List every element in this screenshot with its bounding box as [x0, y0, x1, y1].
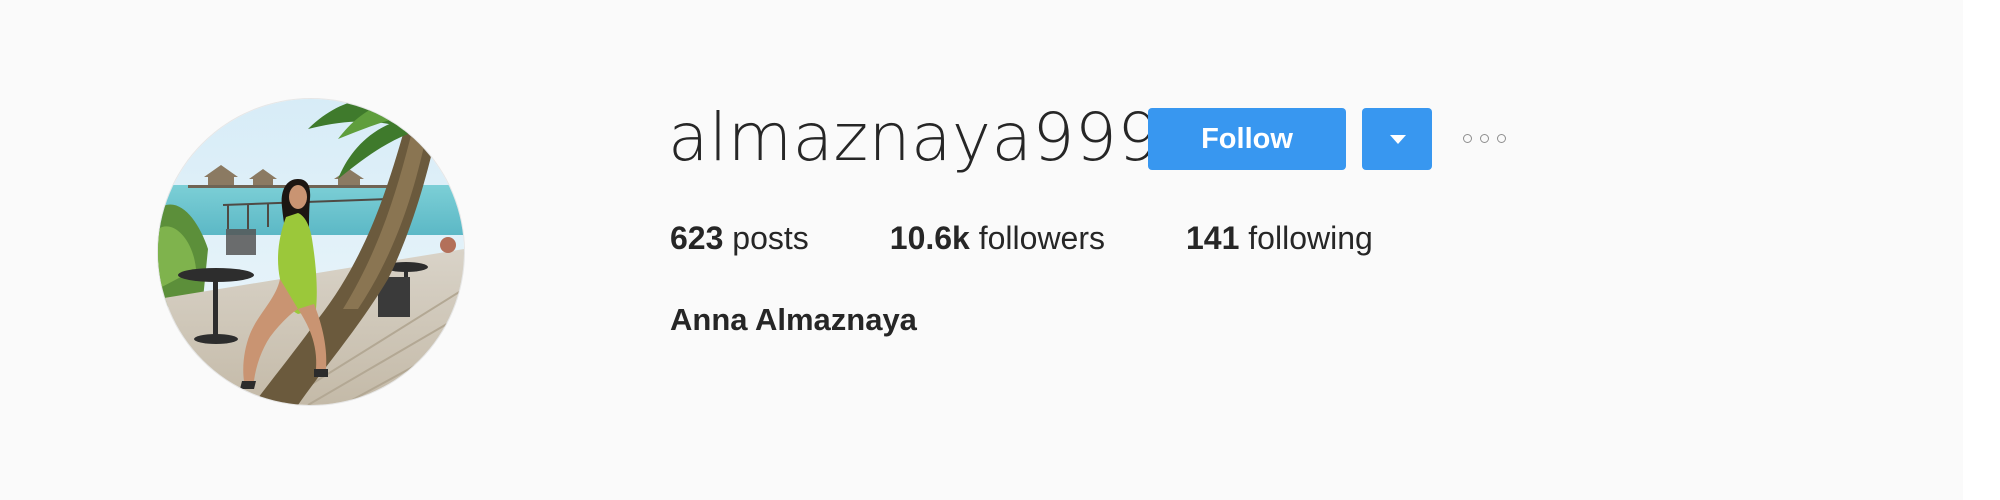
page-edge [1963, 0, 2000, 500]
caret-down-icon [1390, 135, 1406, 144]
followers-stat[interactable]: 10.6k followers [890, 216, 1105, 260]
profile-photo-image [158, 99, 464, 405]
following-count: 141 [1186, 220, 1240, 256]
followers-count: 10.6k [889, 220, 970, 256]
posts-count: 623 [670, 220, 724, 256]
followers-label: followers [978, 220, 1105, 256]
profile-username: almaznaya999 [668, 99, 1160, 176]
follow-button[interactable]: Follow [1148, 108, 1346, 170]
posts-label: posts [732, 220, 809, 256]
profile-stats: 623 posts 10.6k followers 141 following [670, 216, 1454, 260]
profile-header: almaznaya999 Follow 623 posts 10.6k foll… [0, 0, 2000, 500]
more-options-button[interactable] [1458, 122, 1514, 156]
profile-avatar[interactable] [158, 99, 464, 405]
following-label: following [1248, 220, 1373, 256]
following-stat[interactable]: 141 following [1186, 216, 1373, 260]
suggestions-dropdown-button[interactable] [1362, 108, 1432, 170]
posts-stat[interactable]: 623 posts [670, 216, 809, 260]
profile-full-name: Anna Almaznaya [670, 302, 917, 337]
